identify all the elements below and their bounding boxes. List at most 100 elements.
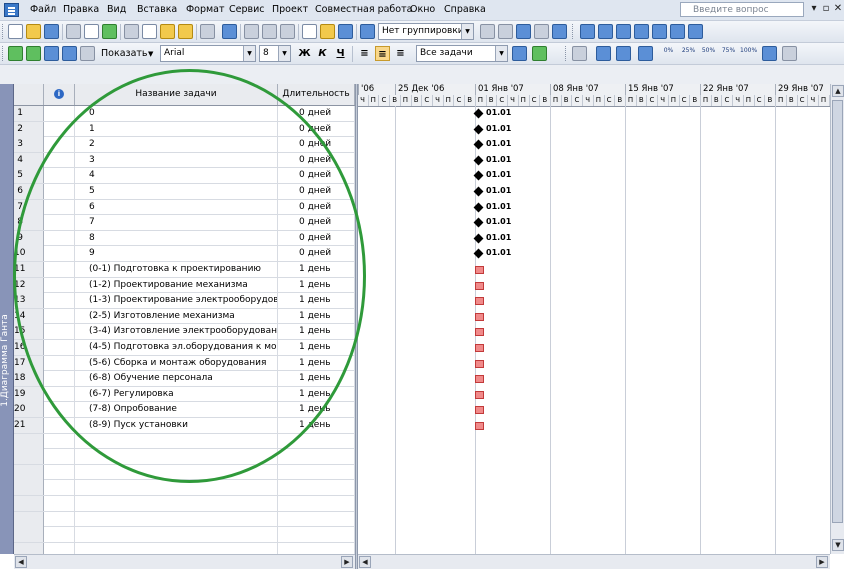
menu-window[interactable]: Окно bbox=[410, 4, 435, 15]
complete-25-button[interactable]: 25% bbox=[680, 47, 697, 61]
duration-cell[interactable] bbox=[278, 433, 355, 449]
row-id-cell[interactable] bbox=[14, 496, 44, 511]
row-id-cell[interactable] bbox=[14, 464, 44, 480]
align-right-icon[interactable]: ≡ bbox=[393, 46, 408, 61]
task-bar[interactable] bbox=[475, 390, 484, 399]
show-menu-button[interactable]: Показать bbox=[101, 48, 148, 59]
chevron-down-icon[interactable]: ▼ bbox=[278, 46, 290, 61]
undo-icon[interactable] bbox=[200, 24, 215, 39]
row-id-cell[interactable]: 21 bbox=[14, 418, 44, 433]
task-name-cell[interactable]: (7-8) Опробование bbox=[75, 402, 278, 418]
indicator-cell[interactable] bbox=[44, 308, 75, 324]
table-row[interactable] bbox=[14, 496, 355, 512]
row-id-cell[interactable]: 10 bbox=[14, 246, 44, 262]
duration-cell[interactable]: 0 дней bbox=[278, 121, 355, 137]
duration-cell[interactable]: 0 дней bbox=[278, 199, 355, 215]
menu-file[interactable]: Файл bbox=[30, 4, 56, 15]
row-id-cell[interactable]: 13 bbox=[14, 293, 44, 309]
indicator-cell[interactable] bbox=[44, 106, 75, 121]
task-name-header[interactable]: Название задачи bbox=[75, 84, 278, 105]
row-id-cell[interactable]: 15 bbox=[14, 324, 44, 340]
table-row[interactable]: 21 (8-9) Пуск установки 1 день bbox=[14, 418, 355, 434]
indicator-cell[interactable] bbox=[44, 402, 75, 418]
duration-cell[interactable] bbox=[278, 496, 355, 511]
duration-cell[interactable] bbox=[278, 464, 355, 480]
task-name-cell[interactable] bbox=[75, 464, 278, 480]
duration-cell[interactable]: 0 дней bbox=[278, 168, 355, 184]
indicator-cell[interactable] bbox=[44, 464, 75, 480]
duration-cell[interactable]: 0 дней bbox=[278, 184, 355, 199]
scroll-down-icon[interactable]: ▼ bbox=[832, 539, 844, 551]
task-bar[interactable] bbox=[475, 344, 484, 352]
menu-edit[interactable]: Правка bbox=[63, 4, 99, 15]
tracking-gantt-icon[interactable] bbox=[572, 46, 587, 61]
view-network-icon[interactable] bbox=[616, 24, 631, 39]
duration-cell[interactable]: 0 дней bbox=[278, 152, 355, 168]
indent-arrow-icon[interactable] bbox=[26, 46, 41, 61]
task-name-cell[interactable]: 5 bbox=[75, 184, 278, 199]
duration-cell[interactable]: 1 день bbox=[278, 355, 355, 371]
indicator-cell[interactable] bbox=[44, 480, 75, 496]
scroll-to-task-icon[interactable] bbox=[516, 24, 531, 39]
duration-cell[interactable]: 1 день bbox=[278, 371, 355, 387]
duration-cell[interactable]: 1 день bbox=[278, 293, 355, 309]
task-name-cell[interactable]: 4 bbox=[75, 168, 278, 184]
indicator-cell[interactable] bbox=[44, 168, 75, 184]
toolbar-grip[interactable] bbox=[2, 24, 6, 39]
task-name-cell[interactable] bbox=[75, 542, 278, 554]
table-row[interactable]: 1 00 дней bbox=[14, 106, 355, 122]
reschedule-icon[interactable] bbox=[616, 46, 631, 61]
restore-icon[interactable]: ▫ bbox=[820, 3, 832, 15]
split-task-icon[interactable] bbox=[280, 24, 295, 39]
table-row[interactable]: 10 9 0 дней bbox=[14, 246, 355, 262]
task-notes-icon[interactable] bbox=[320, 24, 335, 39]
outdent-arrow-icon[interactable] bbox=[8, 46, 23, 61]
row-id-cell[interactable]: 19 bbox=[14, 386, 44, 402]
duration-cell[interactable]: 0 дней bbox=[278, 137, 355, 153]
table-row[interactable] bbox=[14, 480, 355, 496]
duration-cell[interactable]: 1 день bbox=[278, 418, 355, 433]
row-id-cell[interactable]: 7 bbox=[14, 199, 44, 215]
print-icon[interactable] bbox=[66, 24, 81, 39]
task-name-cell[interactable]: 1 bbox=[75, 121, 278, 137]
filter-select[interactable]: Все задачи ▼ bbox=[416, 45, 508, 62]
task-name-cell[interactable]: 0 bbox=[75, 106, 278, 121]
indicator-cell[interactable] bbox=[44, 418, 75, 433]
select-all-header[interactable] bbox=[14, 84, 44, 105]
task-name-cell[interactable] bbox=[75, 433, 278, 449]
duration-cell[interactable]: 0 дней bbox=[278, 106, 355, 121]
zoom-in-icon[interactable] bbox=[480, 24, 495, 39]
indicator-cell[interactable] bbox=[44, 324, 75, 340]
row-id-cell[interactable] bbox=[14, 511, 44, 527]
table-row[interactable]: 17 (5-6) Сборка и монтаж оборудования 1 де… bbox=[14, 355, 355, 372]
view-gantt-icon[interactable] bbox=[598, 24, 613, 39]
task-name-cell[interactable] bbox=[75, 496, 278, 511]
align-left-icon[interactable]: ≡ bbox=[357, 46, 372, 61]
print-preview-icon[interactable] bbox=[84, 24, 99, 39]
row-id-cell[interactable] bbox=[14, 542, 44, 554]
menu-insert[interactable]: Вставка bbox=[137, 4, 177, 15]
indicator-cell[interactable] bbox=[44, 199, 75, 215]
table-row[interactable]: 2 10 дней bbox=[14, 121, 355, 138]
table-row[interactable]: 19 (6-7) Регулировка 1 день bbox=[14, 386, 355, 403]
unlink-tasks-icon[interactable] bbox=[262, 24, 277, 39]
table-row[interactable]: 8 70 дней bbox=[14, 215, 355, 231]
assign-resources-icon[interactable] bbox=[338, 24, 353, 39]
row-id-cell[interactable] bbox=[14, 449, 44, 465]
task-name-cell[interactable]: (1-3) Проектирование электрооборудовани bbox=[75, 293, 278, 309]
task-name-cell[interactable]: (2-5) Изготовление механизма bbox=[75, 308, 278, 324]
scroll-thumb[interactable] bbox=[832, 100, 843, 523]
table-row[interactable] bbox=[14, 527, 355, 543]
chevron-down-icon[interactable]: ▼ bbox=[461, 24, 473, 39]
indicator-cell[interactable] bbox=[44, 433, 75, 449]
help-icon[interactable] bbox=[552, 24, 567, 39]
duration-cell[interactable] bbox=[278, 480, 355, 496]
task-name-cell[interactable]: 9 bbox=[75, 246, 278, 262]
row-id-cell[interactable]: 2 bbox=[14, 121, 44, 137]
publish-icon[interactable] bbox=[360, 24, 375, 39]
indicator-cell[interactable] bbox=[44, 121, 75, 137]
duration-cell[interactable]: 1 день bbox=[278, 386, 355, 402]
task-name-cell[interactable] bbox=[75, 480, 278, 496]
row-id-cell[interactable]: 5 bbox=[14, 168, 44, 184]
indicator-cell[interactable] bbox=[44, 277, 75, 293]
